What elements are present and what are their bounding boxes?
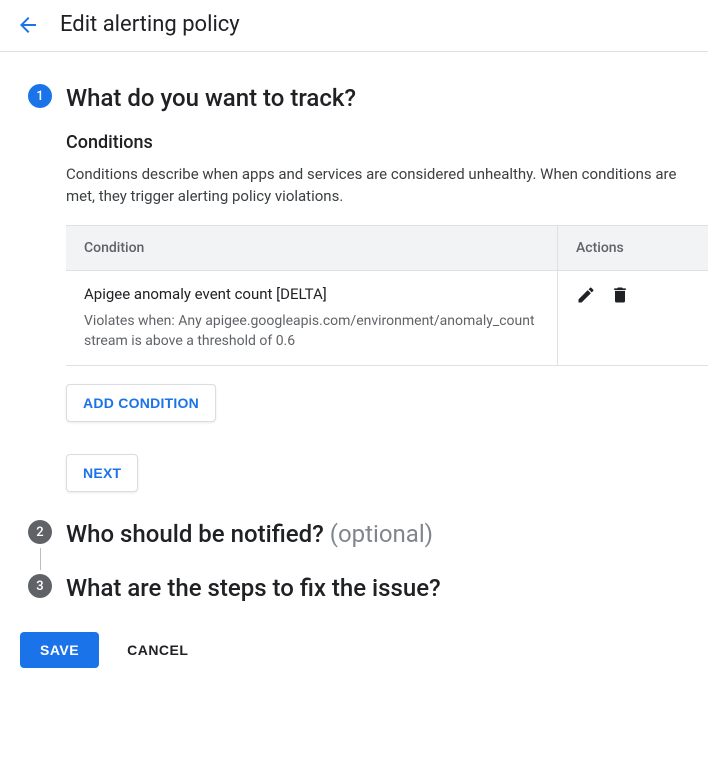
page-header: Edit alerting policy bbox=[0, 0, 708, 52]
table-header: Condition Actions bbox=[66, 226, 708, 270]
step-3: 3 What are the steps to fix the issue? bbox=[20, 574, 708, 614]
conditions-description: Conditions describe when apps and servic… bbox=[66, 163, 706, 207]
table-row: Apigee anomaly event count [DELTA] Viola… bbox=[66, 270, 708, 365]
step-2: 2 Who should be notified? (optional) bbox=[20, 520, 708, 574]
col-header-condition: Condition bbox=[66, 226, 558, 270]
step-1-title: What do you want to track? bbox=[66, 84, 708, 112]
step-3-title[interactable]: What are the steps to fix the issue? bbox=[66, 574, 708, 602]
cancel-button[interactable]: CANCEL bbox=[127, 642, 188, 658]
footer-actions: SAVE CANCEL bbox=[0, 614, 708, 696]
save-button[interactable]: SAVE bbox=[20, 632, 99, 668]
step-2-badge: 2 bbox=[28, 520, 52, 544]
add-condition-button[interactable]: ADD CONDITION bbox=[66, 384, 216, 422]
stepper-content: 1 What do you want to track? Conditions … bbox=[0, 52, 708, 614]
edit-icon[interactable] bbox=[576, 285, 596, 305]
condition-detail: Violates when: Any apigee.googleapis.com… bbox=[84, 311, 539, 351]
condition-name: Apigee anomaly event count [DELTA] bbox=[84, 285, 539, 303]
next-button[interactable]: NEXT bbox=[66, 454, 138, 492]
back-arrow-icon[interactable] bbox=[16, 13, 40, 37]
conditions-heading: Conditions bbox=[66, 132, 708, 153]
step-2-title[interactable]: Who should be notified? (optional) bbox=[66, 520, 708, 548]
step-2-title-text: Who should be notified? bbox=[66, 520, 330, 548]
delete-icon[interactable] bbox=[610, 285, 630, 305]
col-header-actions: Actions bbox=[558, 226, 708, 270]
step-1-badge: 1 bbox=[28, 84, 52, 108]
optional-label: (optional) bbox=[330, 520, 433, 548]
step-connector bbox=[40, 548, 41, 570]
step-1: 1 What do you want to track? Conditions … bbox=[20, 84, 708, 520]
step-3-badge: 3 bbox=[28, 574, 52, 598]
conditions-table: Condition Actions Apigee anomaly event c… bbox=[66, 225, 708, 366]
page-title: Edit alerting policy bbox=[60, 12, 240, 37]
